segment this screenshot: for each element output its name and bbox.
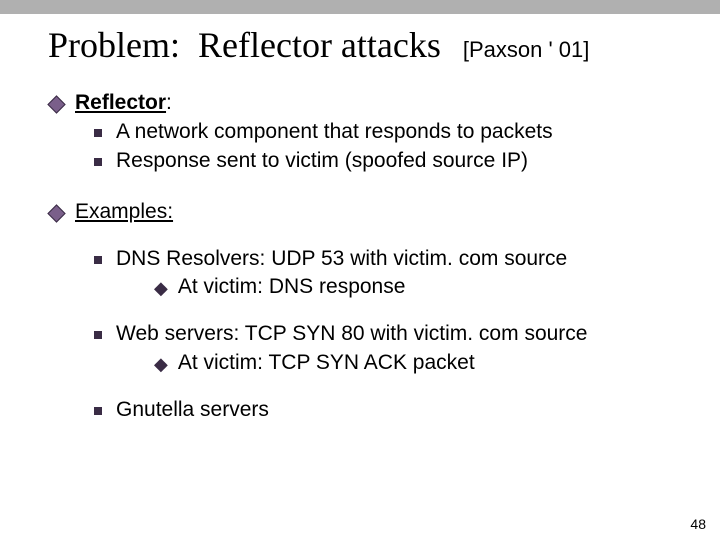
- square-icon: [94, 331, 102, 339]
- diamond-icon: [47, 204, 65, 222]
- sub-bullet-text: Gnutella servers: [116, 397, 269, 424]
- sub-sub-bullet-text: At victim: DNS response: [178, 274, 406, 301]
- page-number: 48: [690, 516, 706, 532]
- title-right: Reflector attacks: [198, 24, 441, 66]
- sub-bullet-text: Web servers: TCP SYN 80 with victim. com…: [116, 321, 587, 348]
- sub-bullet: DNS Resolvers: UDP 53 with victim. com s…: [94, 246, 690, 273]
- colon: :: [166, 91, 172, 114]
- top-bar: [0, 0, 720, 14]
- square-icon: [94, 407, 102, 415]
- sub-bullet-text: A network component that responds to pac…: [116, 119, 553, 146]
- bullet-reflector: Reflector:: [50, 90, 690, 117]
- slide-body: Reflector: A network component that resp…: [48, 90, 690, 424]
- bullet-text: Reflector:: [75, 90, 172, 117]
- reflector-heading: Reflector: [75, 91, 166, 114]
- bullet-examples: Examples:: [50, 199, 690, 226]
- sub-bullet-text: Response sent to victim (spoofed source …: [116, 148, 528, 175]
- sub-bullet: Gnutella servers: [94, 397, 690, 424]
- examples-heading: Examples:: [75, 199, 173, 226]
- slide-title: Problem: Reflector attacks [Paxson ' 01]: [48, 24, 690, 66]
- square-icon: [94, 158, 102, 166]
- title-left: Problem:: [48, 24, 180, 66]
- sub-bullet: Response sent to victim (spoofed source …: [94, 148, 690, 175]
- title-citation: [Paxson ' 01]: [463, 37, 590, 63]
- square-icon: [94, 256, 102, 264]
- sub-sub-bullet: ◆ At victim: DNS response: [154, 274, 690, 301]
- slide: Problem: Reflector attacks [Paxson ' 01]…: [0, 14, 720, 540]
- sub-bullet: A network component that responds to pac…: [94, 119, 690, 146]
- diamond-icon: [47, 95, 65, 113]
- sub-sub-bullet: ◆ At victim: TCP SYN ACK packet: [154, 350, 690, 377]
- square-icon: [94, 129, 102, 137]
- arrow-icon: ◆: [154, 353, 168, 376]
- sub-bullet: Web servers: TCP SYN 80 with victim. com…: [94, 321, 690, 348]
- arrow-icon: ◆: [154, 277, 168, 300]
- sub-bullet-text: DNS Resolvers: UDP 53 with victim. com s…: [116, 246, 567, 273]
- sub-sub-bullet-text: At victim: TCP SYN ACK packet: [178, 350, 475, 377]
